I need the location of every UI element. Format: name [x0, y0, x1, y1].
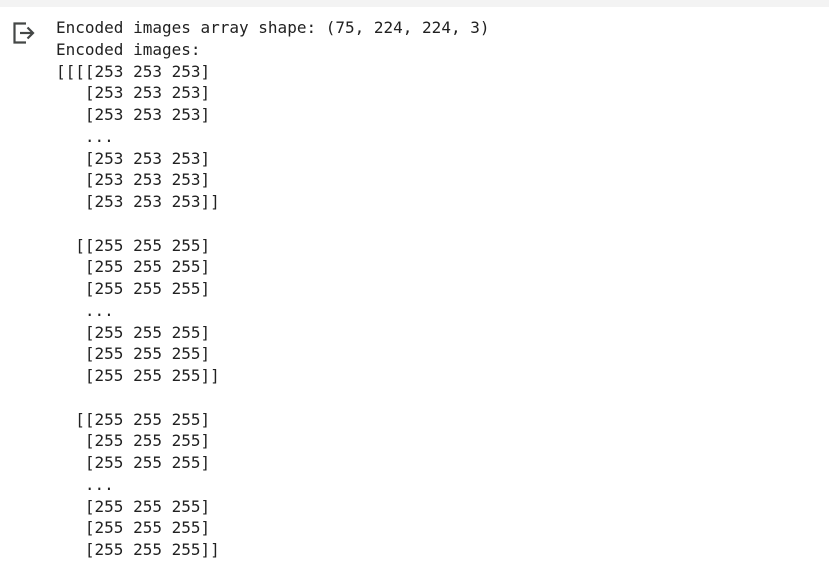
- output-line: [[255 255 255]: [56, 409, 211, 429]
- output-line: [255 255 255]: [56, 257, 211, 277]
- output-line: [253 253 253]: [56, 148, 211, 168]
- cell-output-area: Encoded images array shape: (75, 224, 22…: [0, 7, 829, 569]
- output-line: [253 253 253]]: [56, 192, 220, 211]
- output-line: [[255 255 255]: [56, 235, 211, 255]
- output-line: [255 255 255]: [56, 518, 211, 538]
- output-line: [255 255 255]: [56, 322, 211, 342]
- output-line: [253 253 253]: [56, 83, 211, 103]
- output-line: [253 253 253]: [56, 105, 211, 124]
- output-redirect-icon[interactable]: [10, 19, 38, 47]
- output-line: [255 255 255]: [56, 279, 211, 298]
- output-line: [255 255 255]]: [56, 366, 220, 385]
- output-text: Encoded images array shape: (75, 224, 22…: [56, 17, 489, 561]
- output-line: [255 255 255]: [56, 453, 211, 472]
- output-line: [255 255 255]: [56, 431, 211, 451]
- output-line: [255 255 255]: [56, 344, 211, 364]
- output-line: [255 255 255]]: [56, 540, 220, 559]
- output-line: Encoded images:: [56, 39, 201, 59]
- output-line: [253 253 253]: [56, 170, 211, 190]
- cell-divider: [0, 0, 829, 7]
- output-line: ...: [56, 474, 114, 494]
- output-line: [[[[253 253 253]: [56, 61, 211, 81]
- output-line: ...: [56, 126, 114, 146]
- output-line: Encoded images array shape: (75, 224, 22…: [56, 18, 490, 37]
- output-line: ...: [56, 300, 114, 320]
- output-line: [255 255 255]: [56, 496, 211, 516]
